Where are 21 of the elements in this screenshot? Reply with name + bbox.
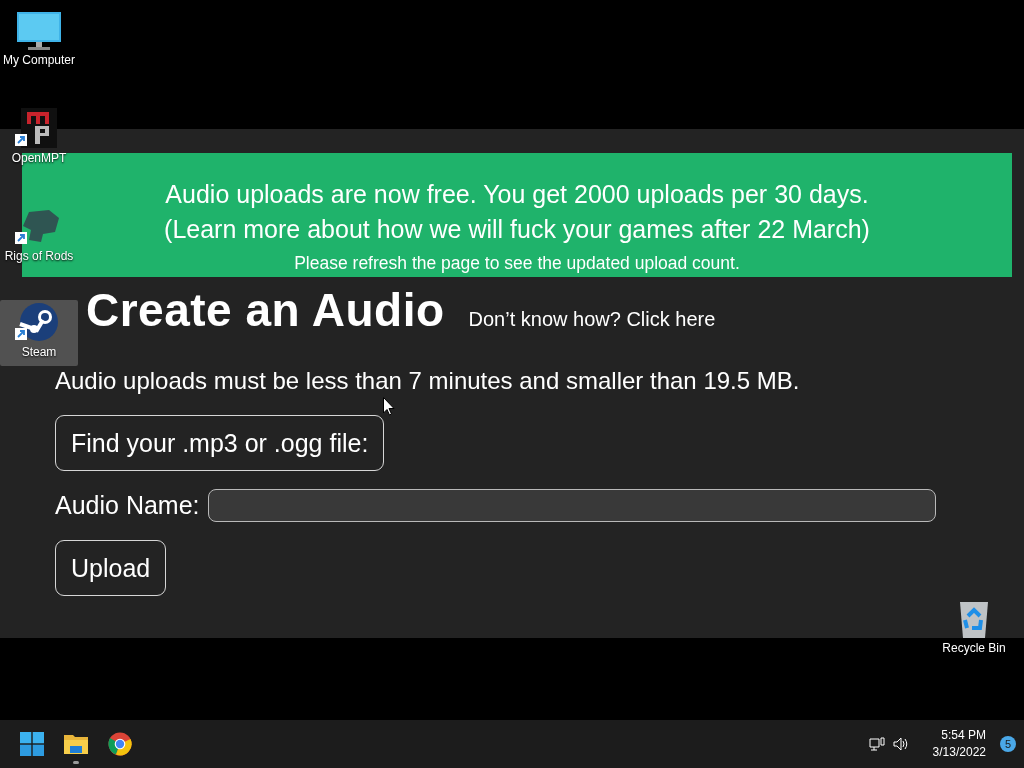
desktop-icon[interactable]: Steam — [0, 300, 78, 366]
size-limit-text: Audio uploads must be less than 7 minutes and smaller than 19.5 MB. — [55, 367, 801, 395]
folder-icon[interactable] — [64, 732, 88, 756]
clock-time[interactable]: 5:54 PM — [941, 727, 986, 744]
network-icon[interactable] — [868, 736, 885, 752]
banner-note: Please refresh the page to see the updated upload count. — [294, 253, 740, 274]
help-link[interactable]: Don’t know how? Click here — [468, 308, 716, 331]
monitor-icon — [15, 10, 63, 50]
audio-name-field[interactable] — [207, 489, 936, 522]
banner-text: Audio uploads are now free. You get 2000 uploads per 30 days. — [165, 179, 869, 210]
field-label: Audio Name: — [55, 491, 200, 520]
banner-text: (Learn more about how we will fuck your games after 22 March) — [164, 214, 870, 245]
browser-icon[interactable] — [108, 732, 132, 756]
file-picker-button[interactable]: Find your .mp3 or .ogg file: — [55, 415, 385, 471]
speaker-icon[interactable] — [892, 736, 909, 752]
page-heading: Create an Audio — [86, 283, 445, 337]
windows-start-icon[interactable] — [20, 732, 44, 756]
notification-badge[interactable]: 5 — [1000, 736, 1016, 752]
clock-date[interactable]: 3/13/2022 — [932, 744, 986, 761]
mouse-pointer-icon — [383, 397, 395, 416]
upload-button[interactable]: Upload — [55, 540, 167, 596]
